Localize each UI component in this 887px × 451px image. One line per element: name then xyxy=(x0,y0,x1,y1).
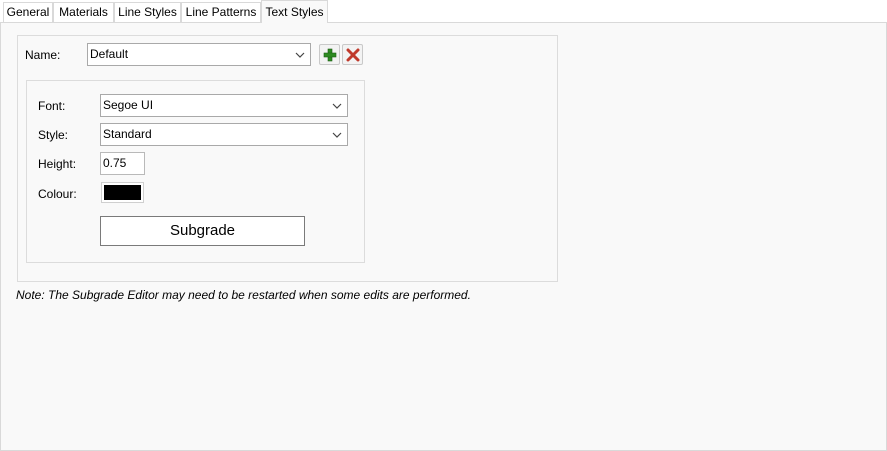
style-dropdown[interactable]: Standard xyxy=(100,123,348,146)
remove-text-style-button[interactable] xyxy=(342,44,363,65)
tab-strip: General Materials Line Styles Line Patte… xyxy=(0,0,887,23)
height-input-value: 0.75 xyxy=(103,156,127,170)
chevron-down-icon xyxy=(332,103,342,109)
text-style-preview[interactable]: Subgrade xyxy=(100,216,305,246)
plus-icon xyxy=(323,48,337,62)
style-label: Style: xyxy=(38,128,69,142)
tab-line-styles[interactable]: Line Styles xyxy=(114,2,181,22)
tab-materials[interactable]: Materials xyxy=(53,2,114,22)
height-input[interactable]: 0.75 xyxy=(100,152,145,175)
name-label: Name: xyxy=(25,48,61,62)
height-label: Height: xyxy=(38,157,77,171)
colour-swatch xyxy=(104,185,141,200)
font-dropdown[interactable]: Segoe UI xyxy=(100,94,348,117)
colour-picker-button[interactable] xyxy=(101,182,144,203)
tab-text-styles[interactable]: Text Styles xyxy=(261,0,328,23)
name-dropdown[interactable]: Default xyxy=(87,43,311,66)
add-text-style-button[interactable] xyxy=(319,44,340,65)
restart-note: Note: The Subgrade Editor may need to be… xyxy=(16,288,471,302)
chevron-down-icon xyxy=(332,132,342,138)
font-label: Font: xyxy=(38,99,66,113)
delete-x-icon xyxy=(346,48,360,62)
tab-general[interactable]: General xyxy=(3,2,53,22)
font-dropdown-value: Segoe UI xyxy=(103,98,154,112)
style-dropdown-value: Standard xyxy=(103,127,152,141)
tab-line-patterns[interactable]: Line Patterns xyxy=(181,2,261,22)
name-dropdown-value: Default xyxy=(90,47,129,61)
colour-label: Colour: xyxy=(38,187,77,201)
chevron-down-icon xyxy=(295,52,305,58)
